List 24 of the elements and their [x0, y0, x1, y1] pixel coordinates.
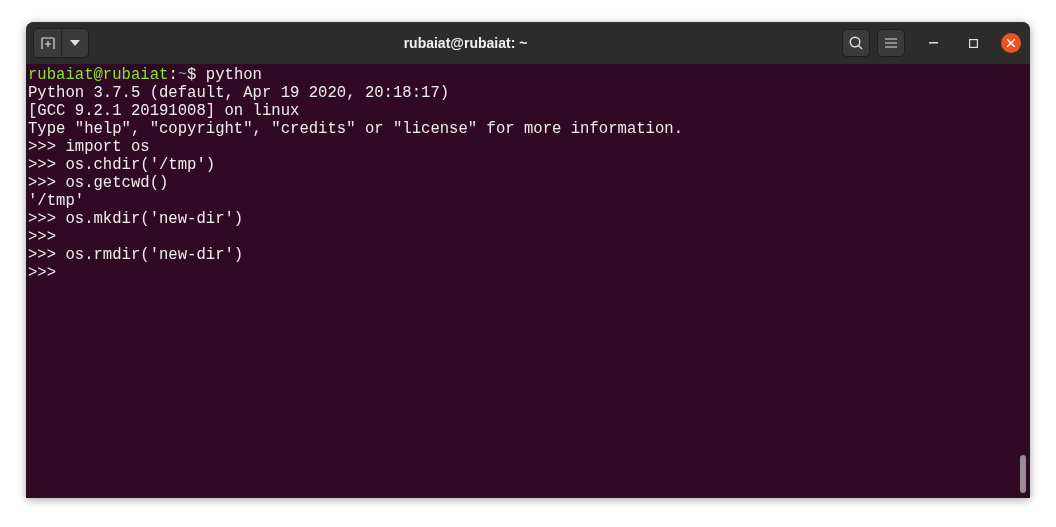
close-button[interactable] [1001, 33, 1021, 53]
new-tab-icon [40, 37, 55, 49]
terminal-line: Python 3.7.5 (default, Apr 19 2020, 20:18:17) [28, 84, 451, 102]
terminal-line: >>> os.getcwd() [28, 174, 170, 192]
terminal-line: >>> os.chdir('/tmp') [28, 156, 217, 174]
scrollbar-thumb[interactable] [1020, 455, 1026, 493]
window-title: rubaiat@rubaiat: ~ [403, 33, 528, 53]
terminal-line: >>> os.mkdir('new-dir') [28, 210, 245, 228]
caret-icon [70, 40, 80, 46]
search-button[interactable] [842, 29, 870, 57]
terminal-line: [GCC 9.2.1 20191008] on linux [28, 102, 301, 120]
terminal-line: '/tmp' [28, 192, 86, 210]
terminal-line: >>> [28, 264, 58, 282]
search-icon [849, 36, 863, 50]
terminal-line: rubaiat@rubaiat:~$ python [28, 66, 263, 84]
menu-icon [885, 38, 897, 48]
terminal-line: >>> [28, 228, 58, 246]
terminal-line: >>> import os [28, 138, 151, 156]
terminal-line: >>> os.rmdir('new-dir') [28, 246, 245, 264]
close-icon [1007, 39, 1015, 47]
menu-button[interactable] [877, 29, 905, 57]
terminal-line: Type "help", "copyright", "credits" or "license" for more information. [28, 120, 685, 138]
maximize-icon [968, 38, 978, 48]
minimize-icon [928, 42, 938, 44]
